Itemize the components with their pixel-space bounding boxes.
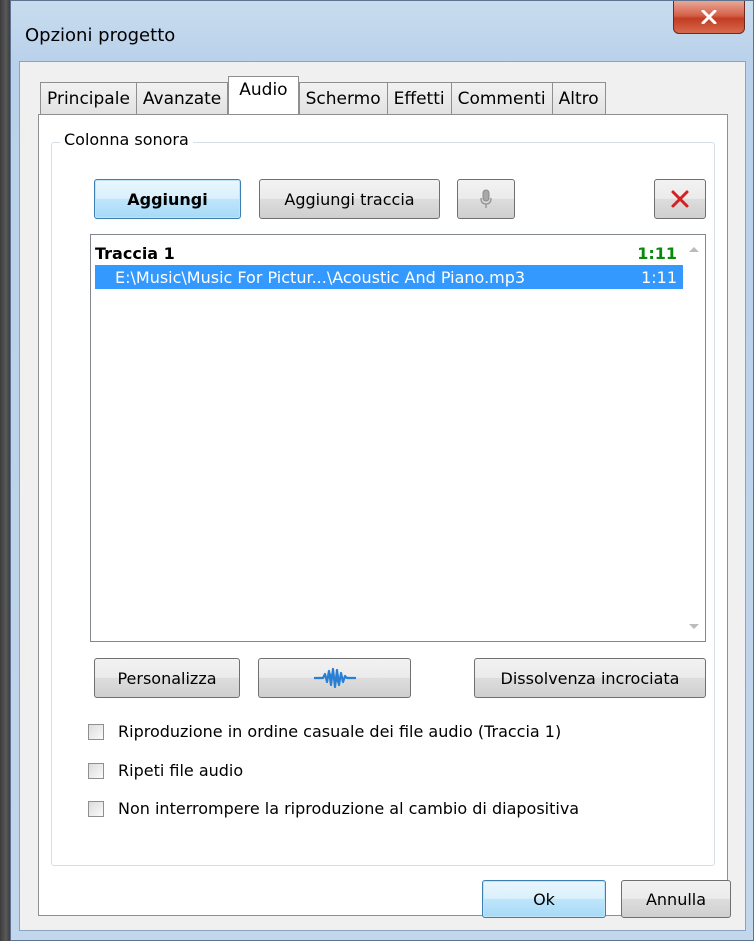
continue-playback-checkbox[interactable]	[88, 800, 104, 817]
continue-playback-label: Non interrompere la riproduzione al camb…	[118, 799, 580, 818]
audio-file-duration: 1:11	[641, 267, 677, 287]
tab-principale[interactable]: Principale	[40, 82, 137, 114]
soundtrack-group-title: Colonna sonora	[60, 130, 193, 149]
track-duration: 1:11	[637, 243, 677, 263]
track-name: Traccia 1	[95, 243, 175, 263]
record-button[interactable]	[457, 179, 515, 219]
shuffle-option[interactable]: Riproduzione in ordine casuale dei file …	[88, 722, 561, 741]
dialog-client-area: Principale Avanzate Audio Schermo Effett…	[19, 61, 746, 931]
customize-button[interactable]: Personalizza	[94, 658, 240, 698]
tab-schermo[interactable]: Schermo	[298, 82, 388, 114]
scroll-down-icon[interactable]	[689, 624, 699, 629]
delete-button[interactable]	[654, 179, 706, 219]
continue-playback-option[interactable]: Non interrompere la riproduzione al camb…	[88, 799, 579, 818]
audio-file-path: E:\Music\Music For Pictur...\Acoustic An…	[115, 267, 526, 287]
add-button[interactable]: Aggiungi	[94, 179, 241, 219]
tab-commenti[interactable]: Commenti	[450, 82, 553, 114]
ok-button[interactable]: Ok	[482, 880, 606, 918]
tab-avanzate[interactable]: Avanzate	[135, 82, 229, 114]
delete-x-icon	[671, 190, 689, 208]
scroll-up-icon[interactable]	[689, 247, 699, 252]
microphone-icon	[480, 189, 492, 208]
shuffle-label: Riproduzione in ordine casuale dei file …	[118, 722, 562, 741]
dialog-window: Opzioni progetto Principale Avanzate Aud…	[10, 0, 754, 941]
window-title: Opzioni progetto	[25, 25, 176, 46]
cancel-button[interactable]: Annulla	[621, 880, 731, 918]
close-button[interactable]	[673, 1, 745, 34]
audio-file-row[interactable]: E:\Music\Music For Pictur...\Acoustic An…	[95, 265, 683, 289]
repeat-option[interactable]: Ripeti file audio	[88, 761, 243, 780]
audio-track-list[interactable]: Traccia 1 1:11 E:\Music\Music For Pictur…	[90, 234, 706, 642]
tab-altro[interactable]: Altro	[551, 82, 606, 114]
tab-audio[interactable]: Audio	[228, 76, 299, 114]
crossfade-button[interactable]: Dissolvenza incrociata	[474, 658, 706, 698]
close-icon	[701, 10, 717, 24]
repeat-label: Ripeti file audio	[118, 761, 244, 780]
waveform-button[interactable]	[258, 658, 411, 698]
shuffle-checkbox[interactable]	[88, 723, 104, 740]
tab-strip: Principale Avanzate Audio Schermo Effett…	[40, 76, 606, 114]
repeat-checkbox[interactable]	[88, 762, 104, 779]
add-track-button[interactable]: Aggiungi traccia	[259, 179, 440, 219]
track-row[interactable]: Traccia 1 1:11	[95, 241, 683, 265]
list-scrollbar[interactable]	[685, 235, 705, 641]
tab-effetti[interactable]: Effetti	[386, 82, 452, 114]
waveform-icon	[313, 667, 356, 689]
